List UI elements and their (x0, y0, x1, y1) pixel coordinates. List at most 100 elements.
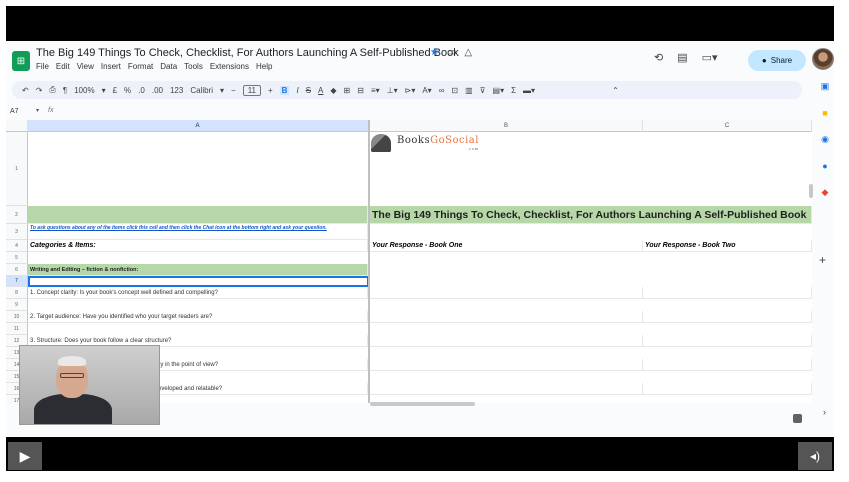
sheet-title-cell[interactable]: The Big 149 Things To Check, Checklist, … (370, 206, 812, 224)
row-header-3[interactable]: 3 (6, 224, 28, 240)
keep-icon[interactable]: ■ (822, 108, 827, 118)
functions-button[interactable]: Σ (511, 86, 516, 95)
insert-comment-icon[interactable]: ⊡ (451, 86, 458, 95)
play-button[interactable]: ▶ (8, 442, 42, 470)
chevron-down-icon[interactable]: ▾ (220, 86, 224, 95)
help-link[interactable]: To ask questions about any of the items … (30, 225, 327, 231)
chevron-down-icon[interactable]: ▾ (102, 86, 106, 95)
response-cell[interactable] (643, 359, 812, 371)
menu-edit[interactable]: Edit (56, 62, 70, 71)
font-size-decrease-button[interactable]: − (231, 86, 236, 95)
currency-format-button[interactable]: £ (113, 86, 117, 95)
contacts-icon[interactable]: ● (822, 161, 827, 171)
menu-insert[interactable]: Insert (101, 62, 121, 71)
maps-icon[interactable]: ◆ (822, 187, 829, 198)
align-vertical-icon[interactable]: ⊥▾ (387, 86, 398, 95)
row-header-9[interactable]: 9 (6, 299, 28, 311)
response-cell[interactable] (370, 311, 643, 323)
font-size-increase-button[interactable]: + (268, 86, 273, 95)
zoom-select[interactable]: 100% (74, 86, 94, 95)
row-header-8[interactable]: 8 (6, 287, 28, 299)
response-two-header-cell[interactable]: Your Response - Book Two (643, 240, 812, 252)
link-icon[interactable]: ∞ (439, 86, 445, 95)
row-header-5[interactable]: 5 (6, 252, 28, 264)
menu-view[interactable]: View (77, 62, 94, 71)
row-header-7[interactable]: 7 (6, 276, 28, 287)
menu-extensions[interactable]: Extensions (210, 62, 249, 71)
text-rotation-icon[interactable]: A▾ (422, 86, 431, 95)
history-icon[interactable]: ⟲ (654, 51, 663, 64)
borders-icon[interactable]: ⊞ (344, 86, 351, 95)
text-color-button[interactable]: A (318, 86, 323, 95)
decrease-decimal-button[interactable]: .0 (138, 86, 145, 95)
undo-icon[interactable]: ↶ (22, 86, 29, 95)
show-side-panel-icon[interactable]: › (823, 407, 826, 417)
avatar[interactable] (812, 48, 834, 70)
menu-help[interactable]: Help (256, 62, 272, 71)
redo-icon[interactable]: ↷ (36, 86, 43, 95)
row-header-1[interactable]: 1 (6, 132, 28, 206)
frozen-column-divider[interactable] (368, 120, 370, 403)
share-button[interactable]: ● Share (748, 50, 806, 71)
menu-format[interactable]: Format (128, 62, 153, 71)
name-box[interactable]: A7 (10, 108, 19, 115)
response-cell[interactable] (370, 383, 643, 395)
print-icon[interactable]: ⎙ (49, 85, 55, 95)
paint-format-icon[interactable]: ¶ (63, 86, 67, 95)
row-header-2[interactable]: 2 (6, 206, 28, 224)
bold-button[interactable]: B (279, 85, 290, 95)
row-header-6[interactable]: 6 (6, 264, 28, 276)
checklist-item-cell[interactable]: 2. Target audience: Have you identified … (28, 311, 368, 323)
grid-corner[interactable] (6, 120, 28, 132)
tasks-icon[interactable]: ◉ (821, 134, 829, 145)
input-tools-icon[interactable]: ▬▾ (523, 86, 535, 95)
insert-chart-icon[interactable]: ▥ (465, 86, 473, 95)
menu-data[interactable]: Data (160, 62, 177, 71)
response-cell[interactable] (643, 335, 812, 347)
column-header-c[interactable]: C (643, 120, 812, 132)
strikethrough-button[interactable]: S (306, 86, 311, 95)
row-header-4[interactable]: 4 (6, 240, 28, 252)
number-format-button[interactable]: 123 (170, 86, 183, 95)
document-title[interactable]: The Big 149 Things To Check, Checklist, … (36, 47, 459, 59)
cloud-status-icon[interactable]: △ (464, 47, 472, 58)
filter-views-icon[interactable]: ▤▾ (493, 86, 505, 95)
menu-tools[interactable]: Tools (184, 62, 203, 71)
section-writing-cell[interactable]: Writing and Editing – fiction & nonficti… (28, 264, 368, 276)
align-horizontal-icon[interactable]: ≡▾ (371, 86, 380, 95)
vertical-scrollbar[interactable] (809, 184, 813, 198)
horizontal-scrollbar[interactable] (370, 402, 475, 406)
explore-icon[interactable] (793, 414, 802, 423)
response-cell[interactable] (643, 383, 812, 395)
comments-icon[interactable]: ▤ (677, 51, 687, 64)
help-link-cell[interactable]: To ask questions about any of the items … (28, 224, 368, 240)
volume-button[interactable]: ◂) (798, 442, 832, 470)
calendar-icon[interactable]: ▣ (821, 81, 830, 92)
response-one-header-cell[interactable]: Your Response - Book One (370, 240, 643, 252)
chevron-down-icon[interactable]: ▾ (36, 107, 39, 114)
meet-icon[interactable]: ▭▾ (702, 51, 718, 64)
folder-icon[interactable]: ▭ (447, 47, 456, 58)
response-cell[interactable] (370, 359, 643, 371)
checklist-item-cell[interactable]: 1. Concept clarity: Is your book's conce… (28, 287, 368, 299)
response-cell[interactable] (370, 335, 643, 347)
sheets-logo-icon[interactable]: ⊞ (12, 51, 30, 71)
menu-file[interactable]: File (36, 62, 49, 71)
cell-a2[interactable] (28, 206, 368, 224)
font-size-input[interactable]: 11 (242, 84, 261, 96)
collapse-toolbar-icon[interactable]: ⌃ (612, 86, 619, 95)
column-header-a[interactable]: A (28, 120, 368, 132)
font-select[interactable]: Calibri (190, 86, 213, 95)
filter-icon[interactable]: ⊽ (480, 86, 486, 95)
fill-color-icon[interactable]: ◆ (330, 86, 336, 95)
response-cell[interactable] (643, 311, 812, 323)
star-icon[interactable]: ★ (430, 47, 439, 58)
add-addon-icon[interactable]: + (819, 253, 826, 267)
response-cell[interactable] (643, 287, 812, 299)
italic-button[interactable]: I (296, 86, 298, 95)
row-header-10[interactable]: 10 (6, 311, 28, 323)
column-header-b[interactable]: B (370, 120, 643, 132)
active-cell-a7[interactable] (28, 276, 369, 287)
row-header-11[interactable]: 11 (6, 323, 28, 335)
text-wrap-icon[interactable]: ⊳▾ (405, 86, 416, 95)
